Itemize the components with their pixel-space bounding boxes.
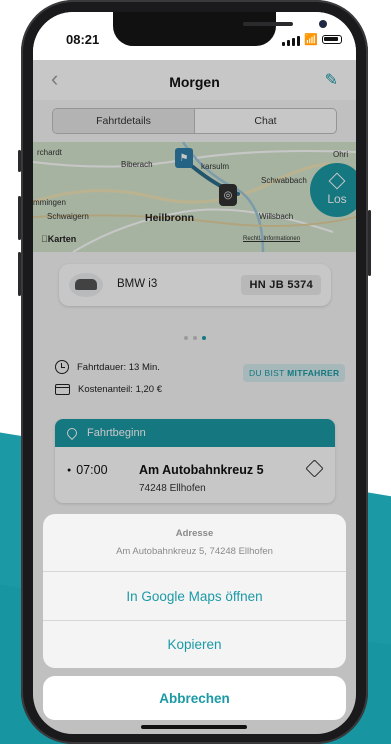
- action-sheet: Adresse Am Autobahnkreuz 5, 74248 Ellhof…: [43, 514, 346, 668]
- screen: 08:21 📶 ‹ Morgen ✎ Fahrtdetails Chat rch…: [33, 12, 356, 734]
- speaker: [243, 22, 293, 26]
- phone-frame: 08:21 📶 ‹ Morgen ✎ Fahrtdetails Chat rch…: [18, 0, 371, 744]
- mute-switch: [18, 150, 21, 172]
- power-button: [368, 210, 371, 276]
- battery-icon: [322, 35, 342, 44]
- home-indicator[interactable]: [141, 725, 247, 729]
- stage: 08:21 📶 ‹ Morgen ✎ Fahrtdetails Chat rch…: [0, 0, 391, 744]
- clock-time: 08:21: [66, 32, 100, 47]
- notch: [113, 12, 327, 46]
- volume-up-button: [18, 196, 21, 240]
- copy-button[interactable]: Kopieren: [43, 620, 346, 668]
- open-google-maps-button[interactable]: In Google Maps öffnen: [43, 572, 346, 620]
- wifi-icon: 📶: [304, 34, 318, 46]
- action-sheet-subtitle: Am Autobahnkreuz 5, 74248 Ellhofen: [116, 546, 273, 557]
- cancel-button[interactable]: Abbrechen: [43, 676, 346, 720]
- status-bar: 08:21 📶: [33, 12, 356, 60]
- action-sheet-header: Adresse Am Autobahnkreuz 5, 74248 Ellhof…: [43, 514, 346, 572]
- volume-down-button: [18, 252, 21, 296]
- camera: [319, 20, 327, 28]
- action-sheet-title: Adresse: [175, 528, 214, 539]
- signal-icon: [282, 36, 300, 46]
